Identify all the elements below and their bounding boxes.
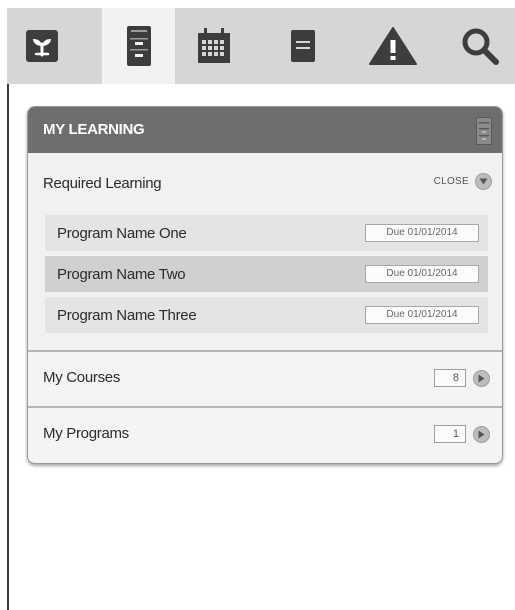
due-date-badge: Due 01/01/2014 — [365, 265, 479, 283]
courses-count-badge: 8 — [434, 369, 466, 387]
close-label: CLOSE — [433, 176, 469, 187]
programs-count-badge: 1 — [434, 425, 466, 443]
program-row[interactable]: Program Name Three Due 01/01/2014 — [45, 297, 488, 333]
tab-notepad[interactable] — [268, 8, 338, 84]
panel-header: MY LEARNING — [28, 107, 502, 153]
program-name: Program Name One — [57, 225, 187, 242]
panel-title: MY LEARNING — [43, 121, 145, 138]
cabinet-icon — [476, 117, 492, 145]
tab-plant[interactable] — [7, 8, 77, 84]
alert-icon — [369, 27, 417, 65]
required-learning-label: Required Learning — [43, 175, 162, 192]
my-programs-row[interactable]: My Programs 1 — [28, 406, 502, 462]
my-courses-row[interactable]: My Courses 8 — [28, 350, 502, 406]
chevron-down-icon — [475, 173, 492, 190]
tab-calendar[interactable] — [179, 8, 249, 84]
calendar-icon — [198, 28, 230, 63]
chevron-right-icon[interactable] — [473, 370, 490, 387]
notepad-icon — [291, 30, 315, 62]
search-icon — [462, 28, 499, 65]
chevron-right-icon[interactable] — [473, 426, 490, 443]
my-learning-panel: MY LEARNING Required Learning CLOSE Prog… — [27, 106, 503, 464]
plant-icon — [26, 30, 58, 62]
my-courses-label: My Courses — [43, 369, 121, 386]
top-toolbar — [7, 8, 515, 84]
close-required-button[interactable]: CLOSE — [434, 173, 492, 190]
due-date-badge: Due 01/01/2014 — [365, 306, 479, 324]
program-row[interactable]: Program Name Two Due 01/01/2014 — [45, 256, 488, 292]
tab-search[interactable] — [445, 8, 515, 84]
program-row[interactable]: Program Name One Due 01/01/2014 — [45, 215, 488, 251]
due-date-badge: Due 01/01/2014 — [365, 224, 479, 242]
tab-cabinet[interactable] — [102, 8, 175, 84]
program-name: Program Name Two — [57, 266, 186, 283]
program-name: Program Name Three — [57, 307, 197, 324]
my-programs-label: My Programs — [43, 425, 129, 442]
frame-border — [7, 82, 9, 610]
cabinet-icon — [126, 26, 151, 66]
tab-alerts[interactable] — [358, 8, 428, 84]
